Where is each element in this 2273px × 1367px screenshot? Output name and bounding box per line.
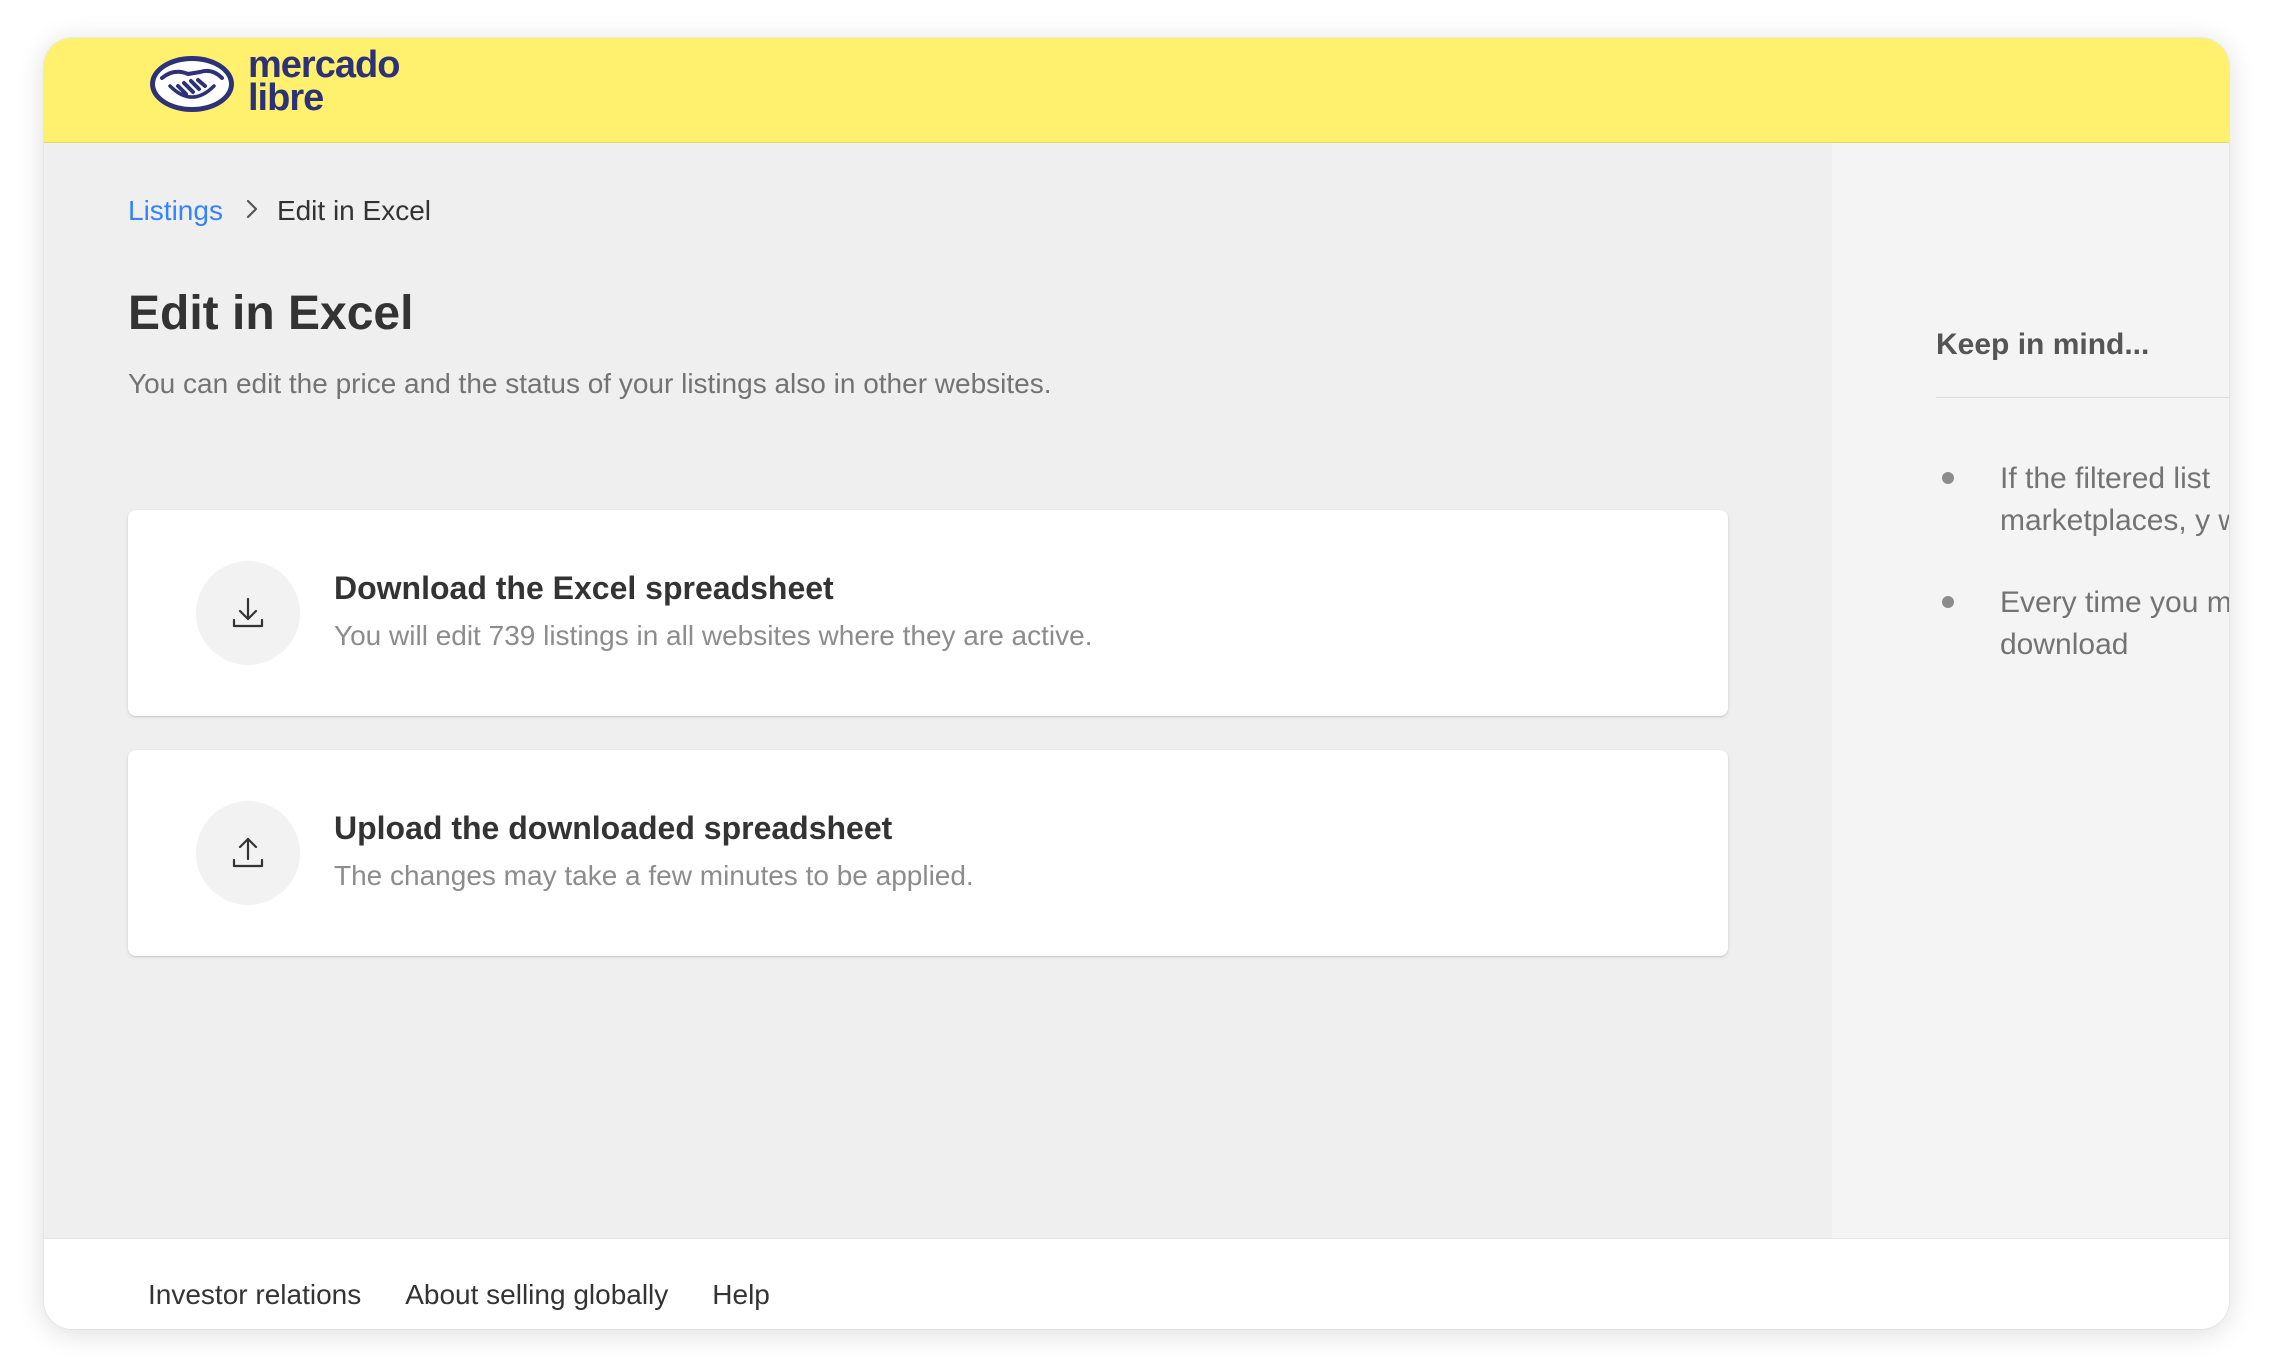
keep-in-mind-title: Keep in mind...	[1936, 328, 2150, 361]
bullet-icon	[1942, 472, 1954, 484]
aside-divider	[1936, 397, 2229, 398]
footer-link-about-selling-globally[interactable]: About selling globally	[405, 1279, 668, 1311]
site-header: mercado libre	[44, 38, 2229, 143]
page-title: Edit in Excel	[128, 287, 414, 340]
upload-card-description: The changes may take a few minutes to be…	[334, 860, 974, 891]
download-card-title: Download the Excel spreadsheet	[334, 570, 834, 606]
breadcrumb: Listings Edit in Excel	[128, 195, 431, 227]
browser-window: mercado libre Listings Edit in Excel Edi…	[44, 38, 2229, 1329]
mercado-libre-logo[interactable]: mercado libre	[148, 42, 400, 122]
upload-spreadsheet-card[interactable]: Upload the downloaded spreadsheet The ch…	[128, 750, 1728, 956]
breadcrumb-listings-link[interactable]: Listings	[128, 195, 223, 227]
upload-icon	[196, 801, 300, 905]
upload-card-title: Upload the downloaded spreadsheet	[334, 810, 893, 846]
list-item-text: Every time you must download	[2000, 586, 2229, 661]
logo-word-2: libre	[248, 77, 324, 119]
footer-links: Investor relations About selling globall…	[148, 1279, 814, 1311]
logo-wordmark: mercado libre	[248, 46, 400, 119]
list-item: Every time you must download	[1936, 582, 2229, 666]
main-content: Listings Edit in Excel Edit in Excel You…	[44, 143, 1832, 1238]
breadcrumb-chevron-icon	[245, 195, 259, 227]
handshake-logo-icon	[150, 56, 234, 112]
list-item-text: If the filtered list marketplaces, y wel…	[2000, 462, 2229, 537]
download-icon	[196, 561, 300, 665]
breadcrumb-current: Edit in Excel	[276, 195, 432, 226]
footer-link-investor-relations[interactable]: Investor relations	[148, 1279, 361, 1311]
site-footer: Investor relations About selling globall…	[44, 1238, 2229, 1329]
bullet-icon	[1942, 596, 1954, 608]
keep-in-mind-panel: Keep in mind... If the filtered list mar…	[1832, 143, 2229, 1238]
download-spreadsheet-card[interactable]: Download the Excel spreadsheet You will …	[128, 510, 1728, 716]
download-card-description: You will edit 739 listings in all websit…	[334, 620, 1093, 651]
page-subtitle: You can edit the price and the status of…	[128, 368, 1052, 399]
keep-in-mind-list: If the filtered list marketplaces, y wel…	[1936, 458, 2229, 706]
list-item: If the filtered list marketplaces, y wel…	[1936, 458, 2229, 542]
footer-link-help[interactable]: Help	[712, 1279, 770, 1311]
